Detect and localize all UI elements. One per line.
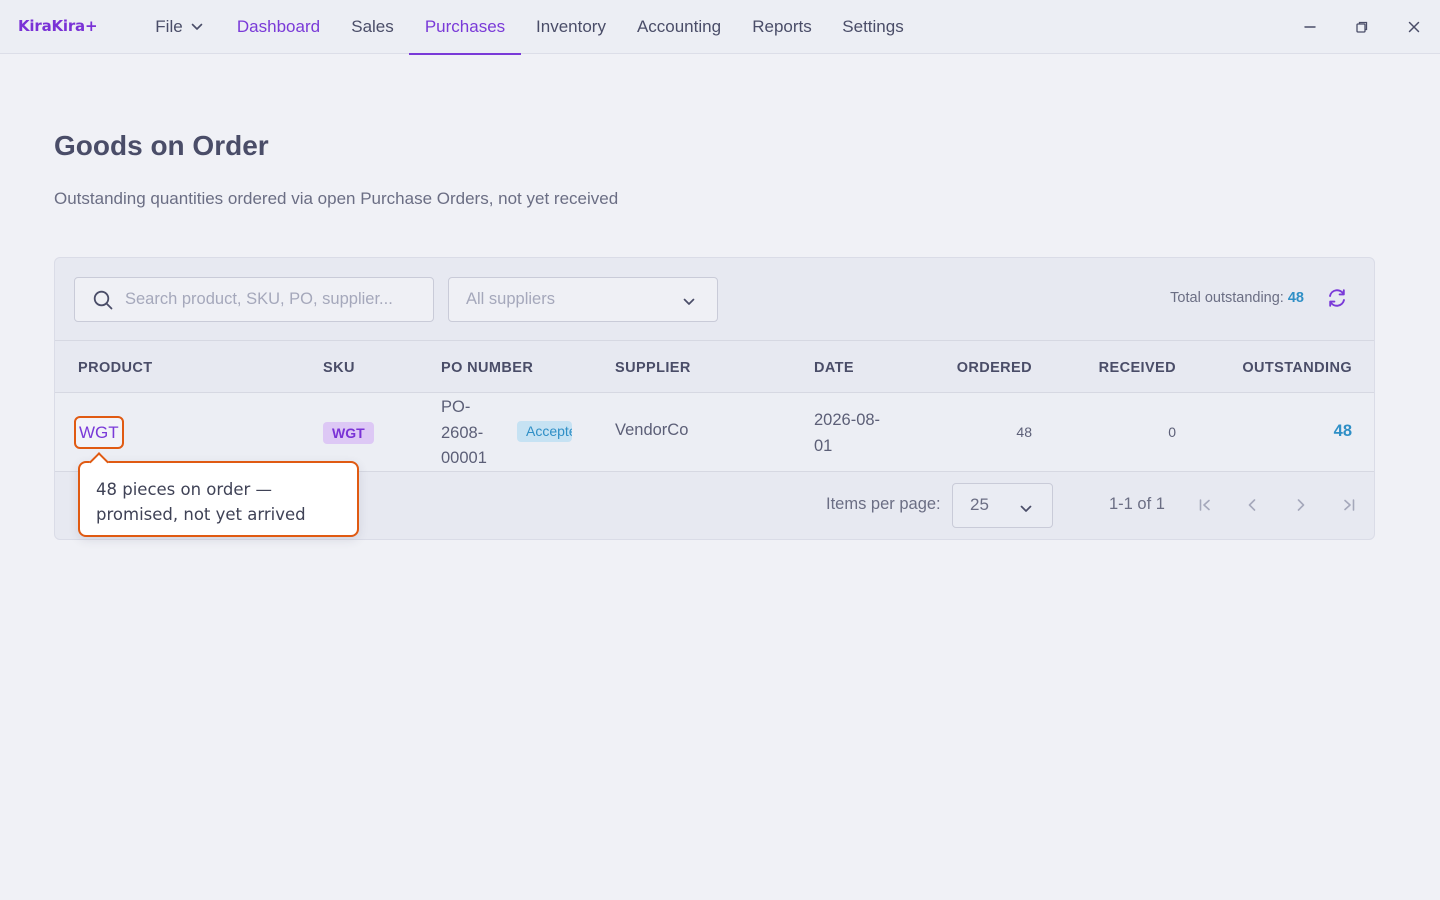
last-page-icon[interactable] bbox=[1337, 493, 1361, 517]
chevron-down-icon bbox=[683, 293, 695, 311]
received-cell: 0 bbox=[1168, 424, 1176, 440]
table-header: PRODUCT SKU PO NUMBER SUPPLIER DATE ORDE… bbox=[55, 340, 1374, 393]
outstanding-cell: 48 bbox=[1333, 422, 1352, 440]
total-outstanding-value: 48 bbox=[1287, 290, 1304, 306]
supplier-cell: VendorCo bbox=[615, 421, 689, 439]
tab-settings[interactable]: Settings bbox=[828, 0, 918, 54]
date-line: 01 bbox=[814, 437, 833, 455]
col-sku[interactable]: SKU bbox=[323, 360, 355, 376]
tab-dashboard[interactable]: Dashboard bbox=[222, 0, 335, 54]
col-po-number[interactable]: PO NUMBER bbox=[441, 360, 533, 376]
restore-icon[interactable] bbox=[1349, 14, 1375, 40]
app-logo: KiraKira+ bbox=[18, 17, 98, 35]
search-icon bbox=[93, 290, 113, 315]
next-page-icon[interactable] bbox=[1289, 493, 1313, 517]
chevron-down-icon bbox=[191, 23, 203, 31]
page-title: Goods on Order bbox=[54, 130, 269, 161]
menu-file[interactable]: File bbox=[154, 0, 204, 54]
close-icon[interactable] bbox=[1401, 14, 1427, 40]
chevron-down-icon bbox=[1020, 500, 1032, 518]
date-cell: 2026-08- 01 bbox=[814, 407, 880, 459]
product-tooltip: 48 pieces on order — promised, not yet a… bbox=[78, 452, 359, 537]
tooltip-line: promised, not yet arrived bbox=[96, 505, 306, 524]
total-outstanding: Total outstanding: 48 bbox=[1170, 290, 1304, 306]
col-supplier[interactable]: SUPPLIER bbox=[615, 360, 691, 376]
status-badge: Accepted bbox=[517, 421, 572, 442]
tooltip-line: 48 pieces on order — bbox=[96, 480, 273, 499]
menu-file-label: File bbox=[155, 17, 183, 36]
col-outstanding[interactable]: OUTSTANDING bbox=[1242, 360, 1352, 376]
tab-reports[interactable]: Reports bbox=[738, 0, 826, 54]
supplier-filter-value: All suppliers bbox=[466, 290, 555, 308]
refresh-icon[interactable] bbox=[1326, 287, 1348, 314]
po-number[interactable]: PO- 2608- 00001 bbox=[441, 395, 487, 472]
page-subtitle: Outstanding quantities ordered via open … bbox=[54, 189, 619, 208]
minimize-icon[interactable] bbox=[1297, 14, 1323, 40]
top-bar: KiraKira+ File Dashboard Sales Purchases… bbox=[0, 0, 1440, 55]
total-outstanding-label: Total outstanding: bbox=[1170, 290, 1288, 306]
col-ordered[interactable]: ORDERED bbox=[957, 360, 1032, 376]
first-page-icon[interactable] bbox=[1193, 493, 1217, 517]
pagination-range: 1-1 of 1 bbox=[1109, 495, 1165, 513]
supplier-filter-select[interactable]: All suppliers bbox=[448, 277, 718, 322]
tab-sales[interactable]: Sales bbox=[337, 0, 408, 54]
tab-accounting[interactable]: Accounting bbox=[622, 0, 736, 54]
sku-badge: WGT bbox=[323, 422, 374, 444]
product-link[interactable]: WGT bbox=[74, 416, 124, 449]
items-per-page-label: Items per page: bbox=[826, 495, 941, 513]
col-product[interactable]: PRODUCT bbox=[78, 360, 153, 376]
items-per-page-select[interactable]: 25 bbox=[952, 483, 1053, 528]
prev-page-icon[interactable] bbox=[1240, 493, 1264, 517]
col-received[interactable]: RECEIVED bbox=[1099, 360, 1176, 376]
search-box bbox=[74, 277, 434, 322]
po-number-line: PO- bbox=[441, 398, 471, 416]
po-number-line: 00001 bbox=[441, 449, 487, 467]
po-number-line: 2608- bbox=[441, 423, 484, 442]
search-input[interactable] bbox=[125, 278, 425, 321]
date-line: 2026-08- bbox=[814, 411, 881, 429]
tab-inventory[interactable]: Inventory bbox=[522, 0, 620, 54]
ordered-cell: 48 bbox=[1016, 424, 1032, 440]
col-date[interactable]: DATE bbox=[814, 360, 854, 376]
items-per-page-value: 25 bbox=[970, 495, 989, 514]
tab-purchases[interactable]: Purchases bbox=[409, 0, 521, 55]
